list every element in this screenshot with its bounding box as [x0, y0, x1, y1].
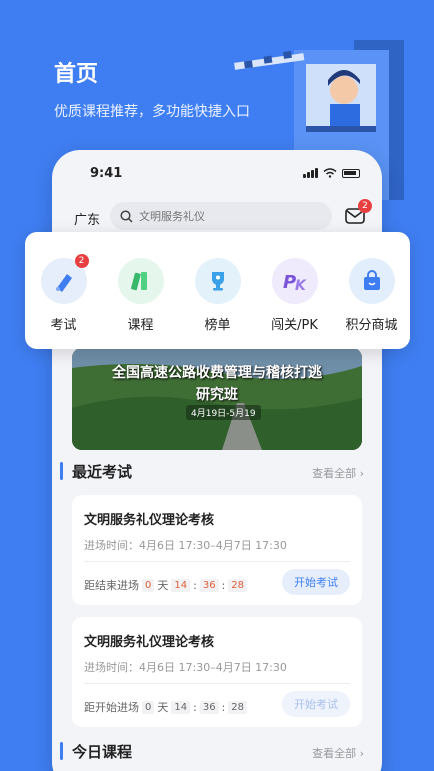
section-accent	[60, 462, 63, 480]
exam-pen-icon: 2	[40, 254, 89, 304]
exam-badge: 2	[74, 254, 89, 268]
start-exam-button-disabled: 开始考试	[282, 691, 350, 717]
view-all-link[interactable]: 查看全部 ›	[312, 465, 364, 481]
divider	[84, 683, 350, 684]
shopping-bag-icon	[348, 258, 395, 304]
hero-subtitle: 优质课程推荐，多功能快捷入口	[54, 104, 250, 120]
countdown: 距结束进场 0 天 14 : 36 : 28	[84, 577, 248, 593]
exam-title: 文明服务礼仪理论考核	[84, 635, 215, 650]
exam-title: 文明服务礼仪理论考核	[84, 513, 215, 528]
exam-time: 进场时间：4月6日 17:30–4月7日 17:30	[84, 539, 287, 552]
section-title: 最近考试	[72, 463, 133, 481]
search-bar[interactable]	[110, 202, 332, 230]
search-icon	[120, 209, 133, 223]
section-title: 今日课程	[72, 743, 133, 761]
banner[interactable]: 全国高速公路收费管理与稽核打逃 研究班 4月19日-5月19	[72, 348, 362, 450]
section-accent	[60, 742, 63, 760]
battery-icon	[342, 168, 360, 178]
message-badge: 2	[358, 199, 372, 213]
banner-dates: 4月19日-5月19	[186, 405, 261, 420]
quick-menu: 2 考试 课程 榜单 PK 闯关/PK 积分商城	[25, 232, 410, 349]
wifi-icon	[323, 168, 337, 178]
quick-item-course[interactable]: 课程	[110, 258, 172, 349]
trophy-icon	[194, 258, 241, 304]
view-all-link[interactable]: 查看全部 ›	[312, 745, 364, 761]
banner-title-line2: 研究班	[196, 387, 238, 403]
hero-title: 首页	[54, 62, 99, 87]
exam-time: 进场时间：4月6日 17:30–4月7日 17:30	[84, 661, 287, 674]
banner-title-line1: 全国高速公路收费管理与稽核打逃	[112, 365, 322, 381]
exam-card[interactable]: 文明服务礼仪理论考核 进场时间：4月6日 17:30–4月7日 17:30 距结…	[72, 495, 362, 605]
quick-item-ranking[interactable]: 榜单	[187, 258, 249, 349]
region-selector[interactable]: 广东	[74, 209, 100, 228]
quick-item-pk[interactable]: PK 闯关/PK	[264, 258, 326, 349]
svg-text:K: K	[295, 278, 307, 294]
status-bar: 9:41	[52, 150, 382, 200]
quick-item-exam[interactable]: 2 考试	[33, 254, 95, 349]
recent-exams-header: 最近考试 查看全部 ›	[52, 460, 382, 482]
signal-icon	[303, 168, 318, 178]
countdown: 距开始进场 0 天 14 : 36 : 28	[84, 699, 248, 715]
exam-card[interactable]: 文明服务礼仪理论考核 进场时间：4月6日 17:30–4月7日 17:30 距开…	[72, 617, 362, 727]
search-input[interactable]	[139, 209, 319, 223]
pk-icon: PK	[271, 258, 318, 304]
course-books-icon	[117, 258, 164, 304]
message-button[interactable]: 2	[344, 199, 372, 227]
start-exam-button[interactable]: 开始考试	[282, 569, 350, 595]
quick-item-points-mall[interactable]: 积分商城	[341, 258, 403, 349]
today-courses-header: 今日课程 查看全部 ›	[52, 740, 382, 762]
divider	[84, 561, 350, 562]
status-time: 9:41	[90, 166, 123, 181]
